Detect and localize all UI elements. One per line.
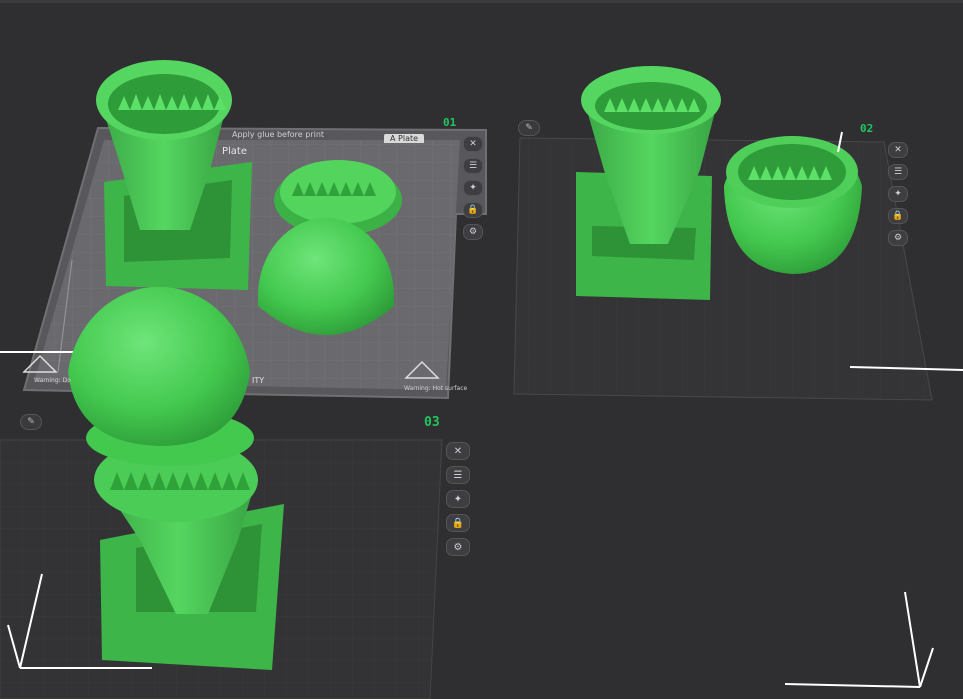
plate-01-toolbar: ✕ ☰ ✦ 🔒 ⚙ <box>463 136 483 240</box>
3d-viewport[interactable] <box>0 0 963 699</box>
auto-arrange-icon[interactable]: ✦ <box>888 186 908 202</box>
close-icon[interactable]: ✕ <box>888 142 908 158</box>
close-icon[interactable]: ✕ <box>446 442 470 460</box>
settings-icon[interactable]: ⚙ <box>888 230 908 246</box>
axis-gizmo <box>784 591 934 688</box>
plate-03-toolbar: ✕ ☰ ✦ 🔒 ⚙ <box>446 442 470 556</box>
model-cone-holder-02[interactable] <box>576 66 721 300</box>
lock-icon[interactable]: 🔒 <box>888 208 908 224</box>
lock-icon[interactable]: 🔒 <box>463 202 483 218</box>
bed-notice: Apply glue before print <box>232 130 325 139</box>
settings-icon[interactable]: ⚙ <box>463 224 483 240</box>
plate-label-03: 03 <box>424 415 440 430</box>
bed-warning-right: Warning: Hot surface <box>404 385 468 392</box>
edit-plate-02-button[interactable]: ✎ <box>518 120 540 136</box>
settings-icon[interactable]: ⚙ <box>446 538 470 556</box>
edit-plate-03-button[interactable]: ✎ <box>20 414 42 430</box>
list-icon[interactable]: ☰ <box>446 466 470 484</box>
bed-brand-fragment: ITY <box>252 376 265 385</box>
plate-label-02: 02 <box>860 122 874 135</box>
lock-icon[interactable]: 🔒 <box>446 514 470 532</box>
list-icon[interactable]: ☰ <box>888 164 908 180</box>
auto-arrange-icon[interactable]: ✦ <box>463 180 483 196</box>
plate-02-toolbar: ✕ ☰ ✦ 🔒 ⚙ <box>888 142 908 246</box>
bed-warning-left: Warning: Do <box>34 377 71 384</box>
bed-plate-title: Plate <box>222 146 248 157</box>
plate-label-01: 01 <box>443 116 457 129</box>
auto-arrange-icon[interactable]: ✦ <box>446 490 470 508</box>
list-icon[interactable]: ☰ <box>463 158 483 174</box>
close-icon[interactable]: ✕ <box>463 136 483 152</box>
bed-plate-tab: A Plate <box>384 134 425 143</box>
